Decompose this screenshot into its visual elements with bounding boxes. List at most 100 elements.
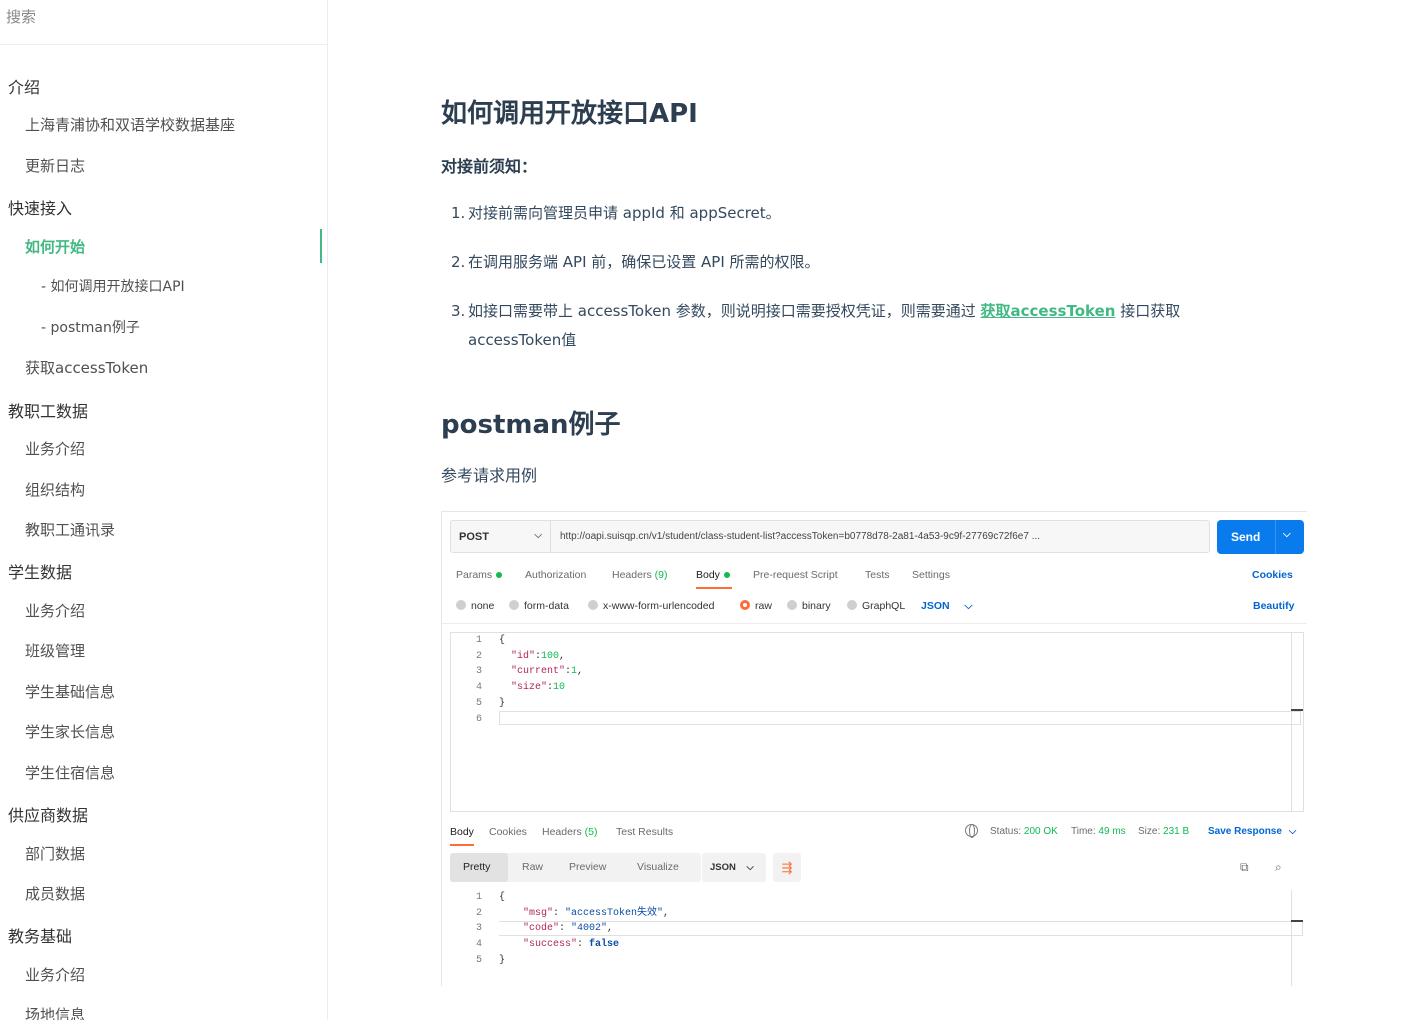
sidebar-item[interactable]: 部门数据	[25, 843, 85, 864]
json-key: "msg"	[523, 907, 554, 919]
search-icon[interactable]: ⌕	[1275, 860, 1282, 875]
sidebar-item[interactable]: - postman例子	[41, 317, 140, 337]
tab-tests[interactable]: Tests	[865, 569, 890, 581]
save-response-label: Save Response	[1208, 826, 1282, 837]
sidebar-item[interactable]: 介绍	[8, 74, 40, 98]
sidebar-item[interactable]: 学生家长信息	[25, 721, 115, 742]
method-select[interactable]: POST ⌵	[451, 521, 551, 552]
response-tab-body[interactable]: Body	[450, 826, 474, 838]
response-tab-test-results[interactable]: Test Results	[616, 826, 673, 838]
tab-count: (5)	[584, 826, 598, 838]
send-divider	[1275, 520, 1276, 554]
list-number: 3.	[451, 302, 466, 320]
get-accesstoken-link[interactable]: 获取accessToken	[981, 302, 1116, 320]
sidebar-item[interactable]: 班级管理	[25, 640, 85, 661]
sidebar-item[interactable]: 教务基础	[8, 923, 72, 947]
cookies-link[interactable]: Cookies	[1252, 569, 1293, 581]
tab-pre-request-script[interactable]: Pre-request Script	[753, 569, 838, 581]
sidebar-item[interactable]: 业务介绍	[25, 438, 85, 459]
radio-label: form-data	[524, 600, 569, 612]
tab-headers[interactable]: Headers (9)	[612, 569, 667, 581]
url-input[interactable]: http://oapi.suisqp.cn/v1/student/class-s…	[560, 531, 1040, 542]
radio-icon	[787, 600, 797, 610]
radio-binary[interactable]: binary	[787, 600, 831, 612]
chevron-down-icon: ⌵	[1288, 826, 1297, 837]
time-value: 49 ms	[1098, 826, 1126, 837]
code-colon: :	[553, 907, 566, 919]
tab-label: Headers	[542, 826, 582, 838]
radio-graphql[interactable]: GraphQL	[847, 600, 905, 612]
format-preview[interactable]: Preview	[569, 861, 606, 873]
json-value: false	[589, 939, 620, 951]
beautify-link[interactable]: Beautify	[1253, 600, 1294, 612]
sidebar-item[interactable]: 如何开始	[25, 236, 85, 257]
line-number: 1	[475, 635, 482, 646]
search-input[interactable]	[6, 8, 306, 26]
send-button[interactable]: Send ⌵	[1217, 520, 1304, 554]
tab-params[interactable]: Params	[456, 569, 503, 581]
wrap-lines-icon[interactable]: ⇶	[773, 853, 801, 882]
line-number: 4	[475, 682, 482, 694]
json-key: "code"	[523, 923, 560, 935]
body-format-select[interactable]: JSON ⌵	[921, 600, 972, 613]
sidebar-item[interactable]: 快速接入	[8, 195, 72, 219]
tab-label: Headers	[612, 569, 652, 581]
format-pretty[interactable]: Pretty	[463, 861, 490, 873]
sidebar-item[interactable]: 场地信息	[25, 1004, 85, 1020]
code-line: "msg": "accessToken失效",	[523, 906, 669, 922]
line-number: 5	[475, 697, 482, 709]
save-response-button[interactable]: Save Response ⌵	[1208, 826, 1296, 837]
code-line: "code": "4002",	[523, 921, 613, 937]
tab-body[interactable]: Body	[696, 569, 730, 581]
sidebar-item[interactable]: 学生基础信息	[25, 681, 115, 702]
sidebar-item[interactable]: 获取accessToken	[25, 357, 148, 378]
format-visualize[interactable]: Visualize	[637, 861, 679, 873]
size-value: 231 B	[1163, 826, 1190, 837]
tab-settings[interactable]: Settings	[912, 569, 950, 581]
line-number: 6	[475, 713, 482, 725]
sidebar-item[interactable]: 组织结构	[25, 479, 85, 500]
json-key: "size"	[511, 682, 548, 694]
json-value: "accessToken失效"	[565, 907, 664, 919]
sidebar-item[interactable]: 教职工数据	[8, 398, 88, 422]
format-raw[interactable]: Raw	[522, 861, 543, 873]
sidebar-item[interactable]: 更新日志	[25, 155, 85, 176]
section-text: 参考请求用例	[441, 466, 538, 485]
response-tab-cookies[interactable]: Cookies	[489, 826, 527, 838]
radio-none[interactable]: none	[456, 600, 494, 612]
code-colon: :	[577, 939, 590, 951]
radio-urlencoded[interactable]: x-www-form-urlencoded	[588, 600, 714, 612]
sidebar-item[interactable]: 业务介绍	[25, 964, 85, 985]
response-format-select[interactable]: JSON ⌵	[702, 853, 766, 882]
json-key: "id"	[511, 650, 536, 662]
radio-raw[interactable]: raw	[740, 600, 772, 612]
code-line: "size":10	[511, 680, 565, 696]
code-token: {	[499, 635, 506, 646]
status-value: 200 OK	[1023, 826, 1058, 837]
format-label: JSON	[921, 600, 950, 612]
sidebar-item[interactable]: 上海青浦协和双语学校数据基座	[25, 114, 235, 135]
sidebar-item[interactable]: 学生数据	[8, 559, 72, 583]
radio-icon	[847, 600, 857, 610]
radio-label: GraphQL	[862, 600, 906, 612]
sidebar-item[interactable]: 业务介绍	[25, 600, 85, 621]
editor-scrollbar[interactable]	[1291, 632, 1292, 812]
sidebar-item[interactable]: 供应商数据	[8, 802, 88, 826]
globe-icon[interactable]	[965, 824, 978, 838]
radio-form-data[interactable]: form-data	[509, 600, 569, 612]
code-token: }	[499, 697, 506, 709]
sidebar-item[interactable]: 学生住宿信息	[25, 762, 115, 783]
response-scrollbar[interactable]	[1291, 890, 1292, 986]
sidebar-item[interactable]: 成员数据	[25, 883, 85, 904]
code-line: "id":100,	[511, 649, 565, 665]
sidebar-item[interactable]: - 如何调用开放接口API	[41, 276, 185, 296]
tab-label: Params	[456, 569, 493, 581]
scroll-marker	[1291, 709, 1303, 711]
chevron-down-icon: ⌵	[534, 530, 542, 541]
chevron-down-icon[interactable]: ⌵	[1283, 529, 1291, 540]
response-tab-headers[interactable]: Headers (5)	[542, 826, 597, 838]
copy-icon[interactable]: ⧉	[1240, 860, 1249, 875]
tab-authorization[interactable]: Authorization	[525, 569, 586, 581]
sidebar-item[interactable]: 教职工通讯录	[25, 519, 115, 540]
status-info: Status: 200 OK	[990, 826, 1058, 837]
